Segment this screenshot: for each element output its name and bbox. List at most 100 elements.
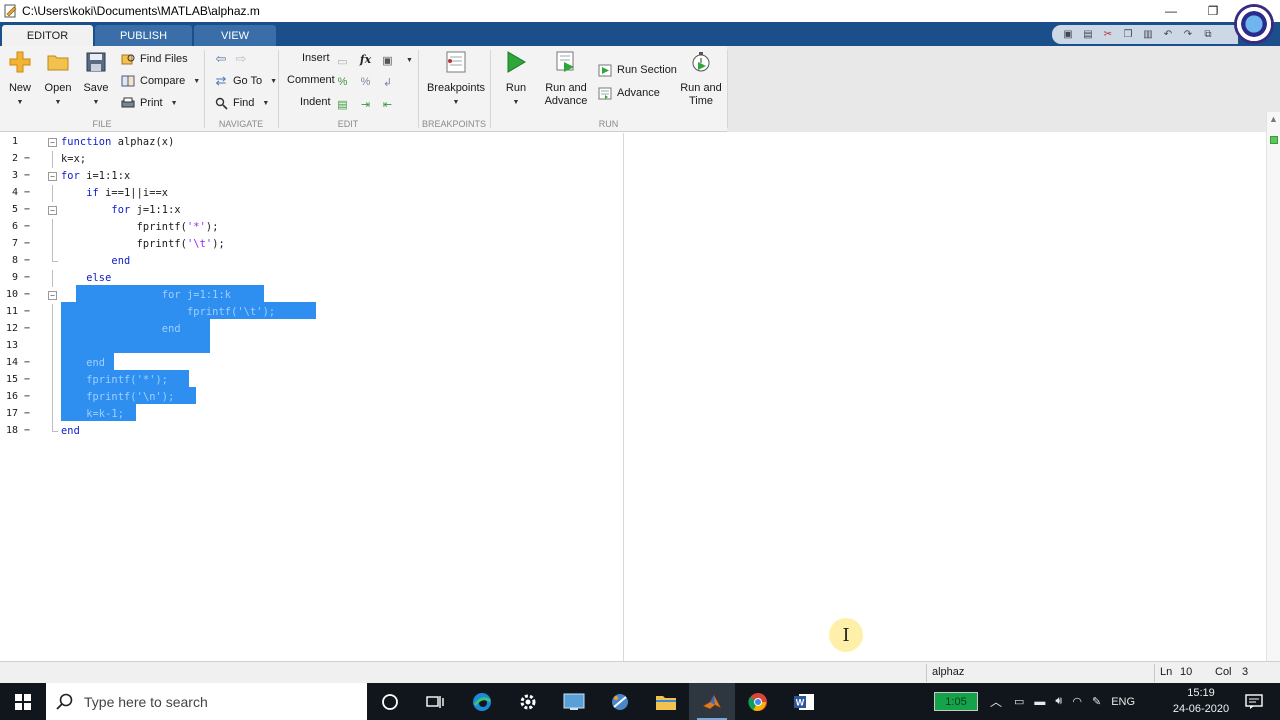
minimize-button[interactable]: —: [1154, 0, 1188, 22]
chevron-up-icon[interactable]: ︿: [990, 693, 1002, 710]
paste-icon[interactable]: ▥: [1140, 28, 1156, 42]
back-arrow-icon[interactable]: ⇦: [213, 51, 229, 66]
wifi-icon[interactable]: ◠: [1072, 695, 1082, 708]
settings-gear-icon[interactable]: [505, 683, 551, 720]
cut-icon[interactable]: ✂: [1100, 28, 1116, 42]
code-line[interactable]: 14 − end: [0, 355, 1266, 372]
switch-windows-icon[interactable]: ⧉: [1200, 28, 1216, 42]
code-line[interactable]: 12 − end: [0, 321, 1266, 338]
taskbar-search-box[interactable]: Type here to search: [46, 683, 367, 720]
decrease-indent-icon[interactable]: ⇤: [380, 97, 395, 111]
edge-browser-icon[interactable]: [459, 683, 505, 720]
desktop-app-icon[interactable]: [551, 683, 597, 720]
pen-icon[interactable]: ✎: [1092, 695, 1101, 708]
uncomment-icon[interactable]: %: [358, 75, 373, 89]
compare-button[interactable]: Compare ▼: [120, 74, 200, 88]
breakpoint-dash[interactable]: −: [24, 374, 30, 385]
open-button[interactable]: Open ▼: [44, 50, 72, 109]
code-line[interactable]: 13: [0, 338, 1266, 355]
code-line[interactable]: 6 − fprintf('*');: [0, 219, 1266, 236]
breakpoint-dash[interactable]: −: [24, 221, 30, 232]
code-line[interactable]: 1 − function alphaz(x): [0, 134, 1266, 151]
battery-indicator[interactable]: 1:05: [934, 692, 978, 711]
tab-view[interactable]: VIEW: [194, 25, 276, 46]
advance-button[interactable]: Advance: [597, 86, 660, 100]
insert-formula-icon[interactable]: ▣: [380, 53, 395, 67]
breakpoint-dash[interactable]: −: [24, 187, 30, 198]
undo-icon[interactable]: ↶: [1160, 28, 1176, 42]
breakpoint-dash[interactable]: −: [24, 408, 30, 419]
breakpoint-dash[interactable]: −: [24, 391, 30, 402]
fold-toggle-icon[interactable]: −: [48, 291, 57, 300]
save-button[interactable]: Save ▼: [82, 50, 110, 109]
fold-toggle-icon[interactable]: −: [48, 172, 57, 181]
file-explorer-icon[interactable]: [643, 683, 689, 720]
volume-icon[interactable]: 🔊︎: [1055, 695, 1062, 708]
run-button[interactable]: Run ▼: [502, 50, 530, 109]
code-editor[interactable]: 1 − function alphaz(x) 2 − k=x; 3 − − fo…: [0, 133, 1266, 661]
battery-icon[interactable]: ▬: [1034, 696, 1045, 708]
display-icon[interactable]: ▭: [1014, 695, 1024, 708]
chevron-up-icon[interactable]: ▲: [1269, 114, 1278, 124]
insert-section-icon[interactable]: ▭: [335, 54, 350, 68]
code-line[interactable]: 9 − else: [0, 270, 1266, 287]
code-line[interactable]: 17 − k=k-1;: [0, 406, 1266, 423]
code-line[interactable]: 15 − fprintf('*');: [0, 372, 1266, 389]
breakpoint-dash[interactable]: −: [24, 170, 30, 181]
print-button[interactable]: Print ▼: [120, 96, 178, 110]
code-line[interactable]: 18 − end: [0, 423, 1266, 440]
code-line[interactable]: 11 − fprintf('\t');: [0, 304, 1266, 321]
breakpoint-dash[interactable]: −: [24, 357, 30, 368]
code-line[interactable]: 8 − end: [0, 253, 1266, 270]
back-forward-buttons[interactable]: ⇦ ⇨: [213, 51, 249, 66]
code-analyzer-status-icon[interactable]: [1270, 136, 1278, 144]
chevron-down-icon[interactable]: ▼: [402, 53, 417, 67]
run-section-button[interactable]: Run Section: [597, 63, 677, 77]
breakpoint-dash[interactable]: −: [24, 306, 30, 317]
copy-icon[interactable]: ❐: [1120, 28, 1136, 42]
code-line[interactable]: 2 − k=x;: [0, 151, 1266, 168]
cortana-icon[interactable]: [367, 683, 413, 720]
new-button[interactable]: New ▼: [7, 50, 33, 109]
increase-indent-icon[interactable]: ⇥: [358, 97, 373, 111]
redo-icon[interactable]: ↷: [1180, 28, 1196, 42]
breakpoint-dash[interactable]: −: [24, 289, 30, 300]
breakpoint-dash[interactable]: −: [24, 255, 30, 266]
go-to-button[interactable]: ⇄ Go To ▼: [213, 73, 278, 88]
breakpoint-dash[interactable]: −: [24, 238, 30, 249]
smart-indent-icon[interactable]: ▤: [335, 97, 350, 111]
fold-toggle-icon[interactable]: −: [48, 206, 57, 215]
windows-start-button[interactable]: [0, 683, 46, 720]
code-line[interactable]: 10 − − for j=1:1:k: [0, 287, 1266, 304]
code-line[interactable]: 7 − fprintf('\t');: [0, 236, 1266, 253]
matlab-taskbar-icon[interactable]: [689, 683, 735, 720]
wrap-comments-icon[interactable]: ↲: [380, 75, 395, 89]
breakpoint-dash[interactable]: −: [24, 204, 30, 215]
fold-toggle-icon[interactable]: −: [48, 138, 57, 147]
find-button[interactable]: Find ▼: [213, 96, 269, 110]
forward-arrow-icon[interactable]: ⇨: [233, 51, 249, 66]
run-and-advance-button[interactable]: Run and Advance: [540, 50, 592, 108]
task-view-icon[interactable]: [412, 683, 458, 720]
run-and-time-button[interactable]: Run and Time: [678, 50, 724, 108]
breakpoint-dash[interactable]: −: [24, 323, 30, 334]
code-line[interactable]: 3 − − for i=1:1:x: [0, 168, 1266, 185]
language-indicator[interactable]: ENG: [1111, 696, 1135, 708]
insert-function-icon[interactable]: fx: [358, 52, 373, 66]
comment-percent-icon[interactable]: %: [335, 75, 350, 89]
breakpoint-dash[interactable]: −: [24, 272, 30, 283]
code-line[interactable]: 5 − − for j=1:1:x: [0, 202, 1266, 219]
code-line[interactable]: 16 − fprintf('\n');: [0, 389, 1266, 406]
save-quick-icon[interactable]: ▤: [1080, 28, 1096, 42]
breakpoint-dash[interactable]: −: [24, 425, 30, 436]
find-files-button[interactable]: Find Files: [120, 52, 188, 66]
code-line[interactable]: 4 − if i==1||i==x: [0, 185, 1266, 202]
breakpoint-dash[interactable]: −: [24, 153, 30, 164]
restore-button[interactable]: ❐: [1196, 0, 1230, 22]
layout-icon[interactable]: ▣: [1060, 28, 1076, 42]
tab-editor[interactable]: EDITOR: [2, 25, 93, 46]
tab-publish[interactable]: PUBLISH: [95, 25, 192, 46]
breakpoints-button[interactable]: Breakpoints ▼: [426, 50, 486, 109]
chrome-browser-icon[interactable]: [735, 683, 781, 720]
editor-scrollbar[interactable]: ▲: [1266, 112, 1280, 661]
